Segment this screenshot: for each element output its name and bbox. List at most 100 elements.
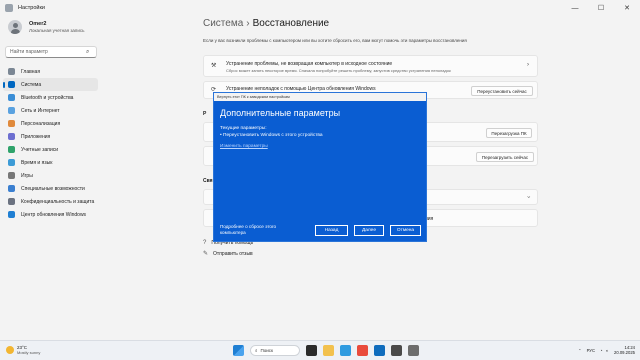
section-label-r: Р (203, 111, 207, 117)
cancel-button[interactable]: Отмена (390, 225, 421, 236)
volume-icon[interactable]: ◖ (606, 348, 609, 353)
page-title: Восстановление (252, 18, 330, 29)
close-button[interactable]: ✕ (614, 0, 640, 16)
language-indicator[interactable]: РУС (587, 348, 595, 353)
sidebar-item-label: Игры (21, 172, 33, 179)
sidebar-item-label: Главная (21, 68, 41, 75)
settings-icon[interactable] (408, 345, 419, 356)
nav-icon (8, 198, 15, 205)
start-icon[interactable] (233, 345, 244, 356)
nav-icon (8, 211, 15, 218)
sidebar-item-9[interactable]: Игры (3, 169, 98, 182)
send-feedback-label: Отправить отзыв (213, 250, 253, 257)
sun-icon (6, 346, 14, 354)
change-settings-link[interactable]: Изменить параметры (220, 144, 268, 149)
section-label-s: Свя (203, 178, 213, 184)
sidebar-item-7[interactable]: Учетные записи (3, 143, 98, 156)
sidebar-item-label: Конфиденциальность и защита (21, 198, 95, 205)
breadcrumb-parent[interactable]: Система (203, 18, 243, 29)
settings-app-icon (5, 4, 13, 12)
help-icon: ? (203, 240, 207, 246)
sidebar-item-11[interactable]: Конфиденциальность и защита (3, 195, 98, 208)
clock-date: 20.09.2025 (614, 350, 635, 355)
sidebar-item-12[interactable]: Центр обновления Windows (3, 208, 98, 221)
sidebar-item-3[interactable]: Bluetooth и устройства (3, 91, 98, 104)
taskbar-search-label: Поиск (260, 348, 274, 353)
reinstall-now-button[interactable]: Переустановить сейчас (471, 86, 533, 96)
nav-icon (8, 68, 15, 75)
sidebar-item-10[interactable]: Специальные возможности (3, 182, 98, 195)
avatar (8, 20, 22, 34)
nav-icon (8, 120, 15, 127)
window-title: Настройки (18, 5, 45, 11)
nav-icon (8, 185, 15, 192)
sidebar-item-label: Сеть и Интернет (21, 107, 60, 114)
reset-help-link[interactable]: Подробнее о сбросе этого компьютера (220, 224, 298, 236)
nav-icon (8, 107, 15, 114)
file-explorer-icon[interactable] (323, 345, 334, 356)
minimize-button[interactable]: — (562, 0, 588, 16)
next-button[interactable]: Далее (354, 225, 384, 236)
sidebar-item-2[interactable]: Система (3, 78, 98, 91)
sidebar-item-label: Приложения (21, 133, 51, 140)
search-input[interactable] (10, 49, 86, 55)
sidebar-item-label: Центр обновления Windows (21, 211, 87, 218)
title-bar: Настройки — ☐ ✕ (0, 0, 640, 16)
fix-problems-card[interactable]: ⚒ Устранение проблемы, не возвращая комп… (203, 55, 538, 77)
user-profile[interactable]: Omer2 Локальная учетная запись (8, 20, 84, 34)
weather-desc: Mostly sunny (17, 350, 41, 355)
clock[interactable]: 14:24 20.09.2025 (614, 345, 635, 355)
nav-icon (8, 133, 15, 140)
sidebar-item-label: Персонализация (21, 120, 61, 127)
sidebar-item-5[interactable]: Персонализация (3, 117, 98, 130)
fix-card-title: Устранение проблемы, не возвращая компью… (226, 61, 393, 67)
sidebar-item-label: Учетные записи (21, 146, 59, 153)
sidebar-item-4[interactable]: Сеть и Интернет (3, 104, 98, 117)
weather-widget[interactable]: 23°C Mostly sunny (6, 345, 40, 355)
restart-now-button[interactable]: Перезагрузить сейчас (476, 152, 534, 162)
sidebar-item-1[interactable]: Главная (3, 65, 98, 78)
send-feedback-link[interactable]: ✎ Отправить отзыв (203, 250, 253, 258)
nav-icon (8, 159, 15, 166)
sidebar-item-8[interactable]: Время и язык (3, 156, 98, 169)
sidebar-item-label: Bluetooth и устройства (21, 94, 74, 101)
page-description: Если у вас возникли проблемы с компьютер… (203, 38, 467, 43)
task-view-icon[interactable] (306, 345, 317, 356)
current-settings-label: Текущие параметры: (220, 126, 267, 131)
taskbar-search[interactable]: ⌕ Поиск (250, 345, 300, 356)
reset-pc-dialog: Вернуть этот ПК к заводским настройкам Д… (213, 92, 427, 242)
feedback-icon: ✎ (203, 251, 209, 257)
sidebar-item-6[interactable]: Приложения (3, 130, 98, 143)
edge-icon[interactable] (340, 345, 351, 356)
nav-icon (8, 146, 15, 153)
outlook-icon[interactable] (374, 345, 385, 356)
store-icon[interactable] (357, 345, 368, 356)
system-tray: ⌃ РУС ◔ ◖ 14:24 20.09.2025 (578, 345, 635, 355)
search-icon[interactable]: ⌕ (86, 49, 89, 56)
user-account-type: Локальная учетная запись (29, 28, 85, 33)
nav-icon (8, 172, 15, 179)
sidebar-item-label: Время и язык (21, 159, 53, 166)
fix-card-subtitle: Сброс может занять некоторое время. Снач… (226, 68, 451, 73)
dialog-titlebar: Вернуть этот ПК к заводским настройкам (214, 93, 426, 101)
maximize-button[interactable]: ☐ (588, 0, 614, 16)
wrench-icon: ⚒ (211, 63, 217, 69)
sidebar-item-label: Система (21, 81, 42, 88)
chevron-up-icon[interactable]: ⌃ (578, 348, 582, 353)
settings-search-box[interactable]: ⌕ (5, 46, 97, 58)
chevron-down-icon: › (525, 196, 531, 198)
back-button[interactable]: Назад (315, 225, 348, 236)
reset-pc-button[interactable]: Перезагрузка ПК (486, 128, 532, 138)
app-icon[interactable] (391, 345, 402, 356)
breadcrumb: Система › Восстановление (203, 18, 329, 29)
current-setting-item: • Переустановить Windows с этого устройс… (220, 133, 323, 138)
chevron-right-icon: › (527, 62, 529, 68)
wifi-icon[interactable]: ◔ (600, 348, 603, 353)
nav-icon (8, 94, 15, 101)
user-name: Omer2 (29, 21, 47, 27)
breadcrumb-separator: › (246, 18, 250, 29)
sidebar-nav: Главная Система Bluetooth и устройства Сеть… (3, 65, 98, 221)
dialog-title: Дополнительные параметры (220, 108, 341, 118)
search-icon: ⌕ (255, 348, 258, 353)
taskbar: 23°C Mostly sunny ⌕ Поиск ⌃ РУС ◔ ◖ 14:24… (0, 340, 640, 360)
